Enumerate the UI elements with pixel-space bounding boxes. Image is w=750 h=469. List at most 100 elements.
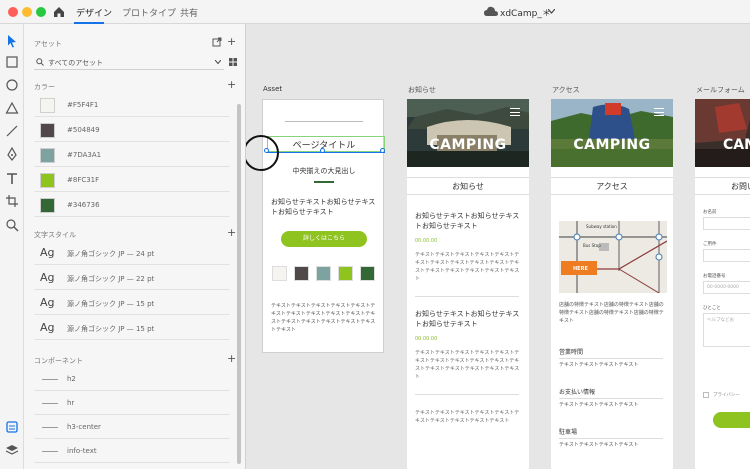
component-row[interactable]: h3-center [34,416,230,439]
map-graphic [559,221,667,293]
char-style-row[interactable]: Ag 源ノ角ゴシック JP — 15 pt [34,317,230,340]
news-item-title[interactable]: お知らせテキストお知らせテキストお知らせテキスト [415,309,523,329]
access-info-text: テキストテキストテキストテキスト [559,362,639,368]
document-name[interactable]: xdCamp_＊ [500,6,551,19]
color-hex-label: #346736 [67,201,100,209]
hero-photo [695,99,750,167]
component-row[interactable]: h2 [34,368,230,391]
color-swatch [40,98,55,113]
submit-button[interactable] [713,412,750,428]
body-text: テキストテキストテキストテキストテキストテキストテキストテキストテキストテキスト… [271,303,376,333]
color-row[interactable]: #504849 [34,119,230,142]
artboard-label-access[interactable]: アクセス [552,85,580,95]
text-icon[interactable] [5,172,19,186]
form-field-label: お名前 [703,210,717,215]
cloud-icon [484,6,498,16]
assets-panel: アセット + すべてのアセット カラー + #F5F4F1 #504849 #7DA… [24,24,246,469]
artboard-asset[interactable]: ページタイトル 中央揃えの大見出し お知らせテキストお知らせテキストお知らせテキ… [262,99,385,353]
hero-title: CAMPING [429,137,507,153]
char-style-label: 源ノ角ゴシック JP — 15 pt [67,300,155,308]
panel-scrollbar[interactable] [237,104,241,464]
tab-design[interactable]: デザイン [76,6,112,19]
access-map[interactable]: Subway station Bus Stop HERE [559,221,667,293]
hamburger-menu-icon[interactable] [654,108,664,116]
divider [285,121,363,122]
map-label-bus: Bus Stop [583,243,601,248]
chevron-down-icon[interactable] [548,9,555,14]
tab-share[interactable]: 共有 [180,6,198,19]
color-row[interactable]: #346736 [34,194,230,217]
access-info-title: 駐車場 [559,429,578,436]
privacy-checkbox[interactable] [703,392,709,398]
color-row[interactable]: #8FC31F [34,169,230,192]
asset-search[interactable]: すべてのアセット [34,55,224,70]
artboard-label-asset[interactable]: Asset [263,85,282,93]
section-title: アクセス [596,182,628,191]
add-component-button[interactable]: + [227,352,236,365]
access-info-text: テキストテキストテキストテキスト [559,402,639,408]
form-field-input[interactable]: 00-0000-0000 [703,281,750,294]
news-item-title[interactable]: お知らせテキストお知らせテキストお知らせテキスト [415,211,523,231]
triangle-icon[interactable] [5,101,19,115]
tool-bar [0,24,24,469]
color-swatch [40,198,55,213]
form-field-label: お電話番号 [703,274,726,279]
resize-handle-center[interactable] [320,148,325,153]
divider [559,398,663,399]
hero-image: CAM [695,99,750,167]
asset-filter-label: すべてのアセット [48,59,104,67]
select-icon[interactable] [5,34,19,48]
artboard-label-mail[interactable]: メールフォーム [696,85,745,95]
char-style-row[interactable]: Ag 源ノ角ゴシック JP — 22 pt [34,267,230,290]
artboard-access[interactable]: CAMPING アクセス Subway station Bus Stop HER… [551,99,673,469]
news-item-body: テキストテキストテキストテキストテキストテキストテキストテキストテキストテキスト [415,410,520,424]
resize-handle-right[interactable] [380,148,385,153]
color-swatch [40,173,55,188]
export-icon[interactable] [212,37,222,47]
line-icon[interactable] [5,124,19,138]
grid-view-icon[interactable] [229,58,237,66]
color-row[interactable]: #7DA3A1 [34,144,230,167]
close-window-button[interactable] [8,7,18,17]
hamburger-menu-icon[interactable] [510,108,520,116]
assets-icon[interactable] [5,420,19,434]
home-icon[interactable] [52,5,66,19]
add-asset-button[interactable]: + [227,35,236,48]
map-label-here: HERE [573,266,588,272]
artboard-news[interactable]: CAMPING お知らせ お知らせテキストお知らせテキストお知らせテキスト 00.… [407,99,529,469]
add-color-button[interactable]: + [227,78,236,91]
minimize-window-button[interactable] [22,7,32,17]
pen-icon[interactable] [5,147,19,161]
layers-icon[interactable] [5,443,19,457]
tab-prototype[interactable]: プロトタイプ [122,6,176,19]
component-row[interactable]: hr [34,392,230,415]
hero-image: CAMPING [551,99,673,167]
rectangle-icon[interactable] [5,55,19,69]
form-field-input[interactable]: ヘルプなどお [703,313,750,347]
artboard-label-news[interactable]: お知らせ [408,85,436,95]
ellipse-icon[interactable] [5,78,19,92]
artboard-mail[interactable]: CAM お問い お名前ご用件お電話番号 00-0000-0000 ひとことヘルプなど… [695,99,750,469]
char-style-row[interactable]: Ag 源ノ角ゴシック JP — 15 pt [34,292,230,315]
color-chip [360,266,375,281]
chevron-down-icon[interactable] [215,60,221,64]
form-field-input[interactable] [703,217,750,230]
zoom-icon[interactable] [5,218,19,232]
colors-section-title: カラー [34,83,55,91]
privacy-label: プライバシー [713,393,740,398]
char-style-row[interactable]: Ag 源ノ角ゴシック JP — 24 pt [34,242,230,265]
add-char-style-button[interactable]: + [227,226,236,239]
char-style-preview: Ag [40,246,55,259]
artboard-icon[interactable] [5,194,19,208]
component-label: h3-center [67,423,101,431]
zoom-window-button[interactable] [36,7,46,17]
component-row[interactable]: info-text [34,440,230,463]
char-style-preview: Ag [40,271,55,284]
canvas[interactable]: Asset ページタイトル 中央揃えの大見出し お知らせテキストお知らせテキスト… [246,24,750,469]
char-style-label: 源ノ角ゴシック JP — 15 pt [67,325,155,333]
form-field-input[interactable] [703,249,750,262]
component-label: hr [67,399,75,407]
color-row[interactable]: #F5F4F1 [34,94,230,117]
news-item-body: テキストテキストテキストテキストテキストテキストテキストテキストテキストテキスト… [415,350,520,380]
details-button[interactable]: 詳しくはこちら [281,231,367,247]
